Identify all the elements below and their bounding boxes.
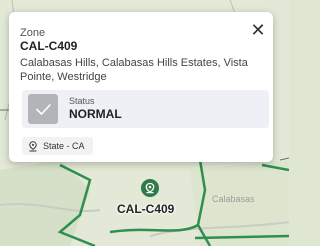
zone-marker-label: CAL-C409 xyxy=(117,202,175,216)
location-pin-icon xyxy=(29,140,37,151)
zone-marker-icon[interactable] xyxy=(141,179,159,197)
popup-description: Calabasas Hills, Calabasas Hills Estates… xyxy=(20,57,248,83)
popup-kicker: Zone xyxy=(20,27,46,39)
status-value: NORMAL xyxy=(69,107,122,121)
map-place-label: Calabasas xyxy=(212,194,255,204)
state-chip-label: State - CA xyxy=(43,141,85,151)
zone-popup: ✕ Zone CAL-C409 Calabasas Hills, Calabas… xyxy=(9,12,273,162)
status-label: Status xyxy=(69,96,95,106)
state-chip[interactable]: State - CA xyxy=(22,137,93,155)
check-icon xyxy=(28,94,58,124)
status-panel: Status NORMAL xyxy=(22,90,269,128)
popup-title: CAL-C409 xyxy=(20,39,78,53)
close-icon[interactable]: ✕ xyxy=(249,21,267,39)
